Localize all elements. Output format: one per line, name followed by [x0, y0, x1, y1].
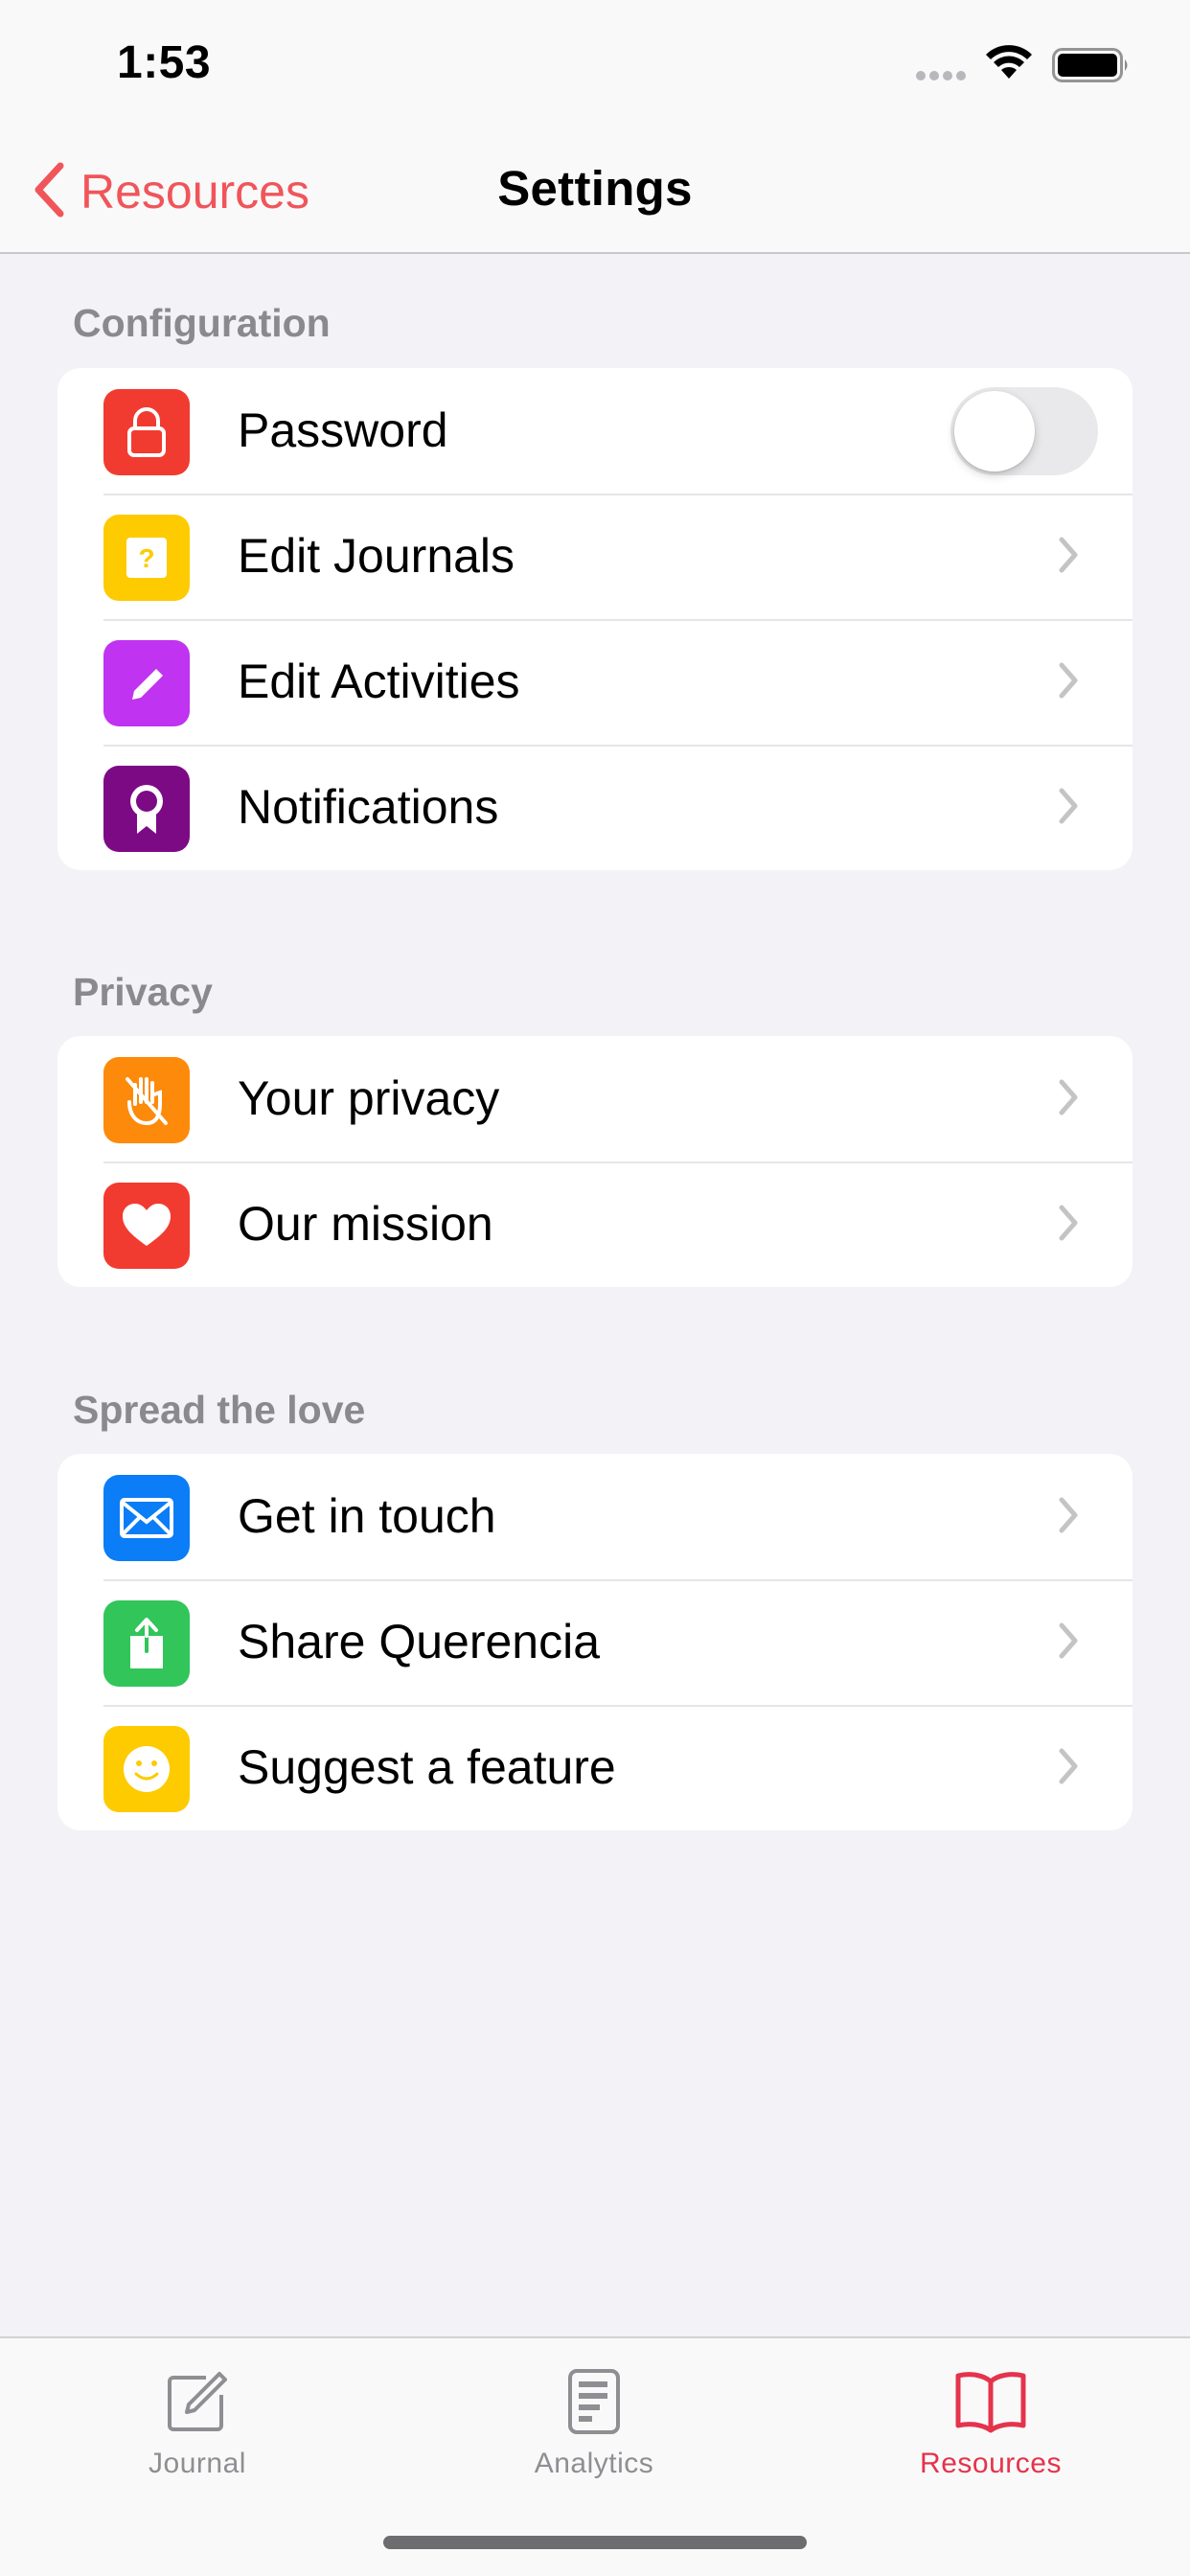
row-label: Suggest a feature — [238, 1740, 616, 1794]
chevron-right-icon — [1058, 536, 1079, 579]
row-label: Your privacy — [238, 1071, 500, 1125]
book-icon — [847, 2363, 1134, 2440]
row-label: Notifications — [238, 780, 499, 834]
settings-group-spread-the-love: Get in touch Share Querencia Suggest a f… — [57, 1454, 1133, 1830]
svg-text:?: ? — [138, 543, 154, 573]
row-your-privacy[interactable]: Your privacy — [57, 1036, 1133, 1162]
heart-icon — [103, 1183, 190, 1269]
row-password: Password — [57, 368, 1133, 494]
tab-journal[interactable]: Journal — [54, 2363, 341, 2480]
row-edit-journals[interactable]: ? Edit Journals — [57, 494, 1133, 619]
row-edit-activities[interactable]: Edit Activities — [57, 619, 1133, 745]
wifi-icon — [985, 44, 1033, 85]
tab-label: Analytics — [534, 2448, 654, 2479]
row-notifications[interactable]: Notifications — [57, 745, 1133, 870]
chevron-right-icon — [1058, 1747, 1079, 1790]
section-header-spread-the-love: Spread the love — [73, 1388, 366, 1432]
compose-icon — [54, 2363, 341, 2440]
toggle-knob — [954, 391, 1035, 472]
settings-group-configuration: Password ? Edit Journals Edit Activities — [57, 368, 1133, 870]
row-label: Get in touch — [238, 1489, 496, 1543]
row-label: Edit Journals — [238, 529, 515, 583]
row-suggest-a-feature[interactable]: Suggest a feature — [57, 1705, 1133, 1830]
chevron-right-icon — [1058, 1078, 1079, 1121]
chevron-right-icon — [1058, 661, 1079, 704]
row-label: Share Querencia — [238, 1615, 601, 1668]
password-toggle[interactable] — [950, 387, 1098, 475]
home-indicator[interactable] — [383, 2536, 807, 2549]
navigation-bar: Resources Settings — [0, 129, 1190, 254]
row-label: Edit Activities — [238, 655, 520, 708]
battery-icon — [1052, 48, 1131, 87]
ribbon-badge-icon — [103, 766, 190, 852]
status-time: 1:53 — [117, 37, 212, 88]
document-icon — [450, 2363, 738, 2440]
settings-group-privacy: Your privacy Our mission — [57, 1036, 1133, 1287]
row-label: Our mission — [238, 1197, 493, 1251]
section-header-configuration: Configuration — [73, 301, 331, 345]
chevron-right-icon — [1058, 1622, 1079, 1665]
tab-resources[interactable]: Resources — [847, 2363, 1134, 2480]
row-get-in-touch[interactable]: Get in touch — [57, 1454, 1133, 1579]
tab-analytics[interactable]: Analytics — [450, 2363, 738, 2480]
row-our-mission[interactable]: Our mission — [57, 1162, 1133, 1287]
chevron-right-icon — [1058, 787, 1079, 830]
chevron-right-icon — [1058, 1496, 1079, 1539]
question-card-icon: ? — [103, 515, 190, 601]
pencil-icon — [103, 640, 190, 726]
envelope-icon — [103, 1475, 190, 1561]
tab-label: Resources — [920, 2448, 1062, 2479]
page-title: Settings — [497, 161, 693, 216]
tab-label: Journal — [149, 2448, 246, 2479]
section-header-privacy: Privacy — [73, 970, 213, 1014]
row-share-querencia[interactable]: Share Querencia — [57, 1579, 1133, 1705]
cellular-signal-icon — [916, 71, 966, 80]
chevron-right-icon — [1058, 1204, 1079, 1247]
row-label: Password — [238, 403, 448, 457]
hand-slash-icon — [103, 1057, 190, 1143]
lock-icon — [103, 389, 190, 475]
smiley-icon — [103, 1726, 190, 1812]
share-icon — [103, 1600, 190, 1687]
status-bar: 1:53 — [0, 0, 1190, 129]
